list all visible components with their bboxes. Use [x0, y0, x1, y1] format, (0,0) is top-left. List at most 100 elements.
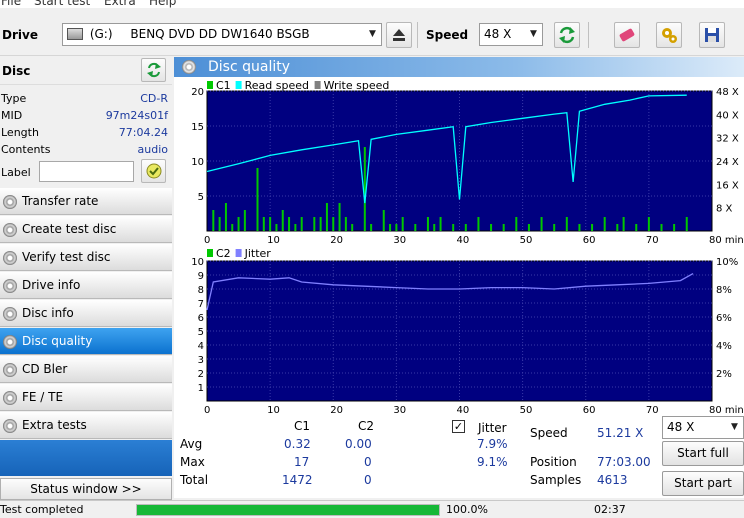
refresh-icon: [146, 62, 161, 78]
disc-label-row: Label: [0, 159, 172, 183]
nav-item-label: Drive info: [22, 278, 81, 292]
erase-button[interactable]: [614, 22, 640, 48]
apply-icon: [146, 163, 161, 179]
test-speed-select[interactable]: 48 X ▼: [662, 416, 744, 439]
legend-label: Read speed: [245, 79, 309, 92]
jitter-checkbox[interactable]: ✓: [452, 420, 465, 433]
speed-stat-value: 51.21 X: [597, 426, 644, 440]
nav-item-label: Disc quality: [22, 334, 93, 348]
charts: C1 Read speed Write speed0 10 20 30 40 50 60 70 80…: [191, 79, 744, 416]
gear-icon: [662, 28, 677, 43]
save-button[interactable]: [699, 22, 725, 48]
test-speed-value: 48 X: [667, 420, 695, 434]
nav-item-transfer-rate[interactable]: Transfer rate: [0, 188, 172, 215]
stats-jitter-header: Jitter: [478, 421, 507, 435]
x-tick-label: 20: [330, 235, 343, 246]
chevron-down-icon: ▼: [530, 29, 537, 39]
x-tick-label: 50: [520, 235, 533, 246]
x-tick-label: 20: [330, 405, 343, 416]
y-tick-label: 20: [191, 87, 204, 98]
disc-icon: [3, 391, 17, 405]
drive-icon: [67, 28, 83, 40]
y-tick-label: 1: [198, 383, 204, 394]
menu-help[interactable]: Help: [149, 0, 176, 8]
disc-icon: [3, 195, 17, 209]
y-tick-label: 9: [198, 271, 204, 282]
drive-select[interactable]: (G:) BENQ DVD DD DW1640 BSGB ▼: [62, 23, 382, 46]
disc-icon: [3, 223, 17, 237]
y2-tick-label: 10%: [716, 257, 738, 268]
x-tick-label: 10: [267, 405, 280, 416]
refresh-icon: [559, 26, 575, 44]
y-tick-label: 5: [198, 192, 204, 203]
nav-item-label: CD Bler: [22, 362, 68, 376]
x-tick-label: 80 min: [709, 405, 744, 416]
nav-item-label: Disc info: [22, 306, 74, 320]
y-tick-label: 7: [198, 299, 204, 310]
refresh-button[interactable]: [554, 22, 580, 48]
stats-max-jitter: 9.1%: [477, 455, 508, 469]
y-tick-label: 15: [191, 122, 204, 133]
nav-item-cd-bler[interactable]: CD Bler: [0, 356, 172, 383]
nav-item-create-test-disc[interactable]: Create test disc: [0, 216, 172, 243]
start-full-button[interactable]: Start full: [662, 441, 744, 466]
legend-swatch: [235, 249, 242, 257]
disc-icon: [3, 335, 17, 349]
eject-button[interactable]: [386, 22, 412, 48]
legend-swatch: [235, 81, 242, 89]
stats-avg-jitter: 7.9%: [477, 437, 508, 451]
nav-item-disc-info[interactable]: Disc info: [0, 300, 172, 327]
label-key: Label: [1, 166, 31, 179]
y2-tick-label: 8%: [716, 285, 732, 296]
stats-max-c1: 17: [294, 455, 310, 469]
disc-label-input[interactable]: [39, 161, 134, 182]
disc-mid-row: MID 97m24s01f: [1, 109, 168, 122]
y2-tick-label: 16 X: [716, 180, 739, 191]
menu-file[interactable]: File: [1, 0, 21, 8]
x-tick-label: 60: [583, 235, 596, 246]
speed-select[interactable]: 48 X ▼: [479, 23, 543, 46]
nav-item-fe-te[interactable]: FE / TE: [0, 384, 172, 411]
menu-extra[interactable]: Extra: [104, 0, 136, 8]
menu-start-test[interactable]: Start test: [34, 0, 90, 8]
disc-title: Disc: [2, 64, 31, 78]
legend-swatch: [207, 249, 213, 257]
nav-item-label: Transfer rate: [22, 194, 99, 208]
x-tick-label: 80 min: [709, 235, 744, 246]
x-tick-label: 50: [520, 405, 533, 416]
stats-total-label: Total: [180, 473, 209, 487]
x-tick-label: 40: [457, 235, 470, 246]
nav-item-disc-quality[interactable]: Disc quality: [0, 328, 172, 355]
options-button[interactable]: [656, 22, 682, 48]
disc-icon: [182, 60, 196, 74]
x-tick-label: 30: [393, 235, 406, 246]
nav-item-drive-info[interactable]: Drive info: [0, 272, 172, 299]
drive-letter: (G:): [89, 27, 113, 41]
disc-icon: [3, 251, 17, 265]
nav-item-label: Extra tests: [22, 418, 87, 432]
stats-c1-header: C1: [294, 419, 311, 433]
nav-item-extra-tests[interactable]: Extra tests: [0, 412, 172, 439]
legend-label: C2: [216, 247, 231, 260]
y-tick-label: 8: [198, 285, 204, 296]
legend-swatch: [314, 81, 321, 89]
y2-tick-label: 40 X: [716, 110, 739, 121]
chevron-down-icon: ▼: [369, 29, 376, 39]
progress-label: 100.0%: [446, 503, 488, 516]
eject-icon: [393, 29, 405, 41]
y-tick-label: 2: [198, 369, 204, 380]
nav-item-verify-test-disc[interactable]: Verify test disc: [0, 244, 172, 271]
disc-refresh-button[interactable]: [141, 58, 166, 82]
status-window-button[interactable]: Status window >>: [0, 478, 172, 500]
y2-tick-label: 2%: [716, 369, 732, 380]
start-part-button[interactable]: Start part: [662, 471, 744, 496]
panel-header: Disc quality: [174, 57, 744, 77]
position-value: 77:03.00: [597, 455, 651, 469]
speed-stat-label: Speed: [530, 426, 568, 440]
x-tick-label: 30: [393, 405, 406, 416]
speed-value: 48 X: [484, 27, 512, 41]
x-tick-label: 40: [457, 405, 470, 416]
label-apply-button[interactable]: [141, 159, 166, 183]
y-tick-label: 3: [198, 355, 204, 366]
x-tick-label: 70: [646, 235, 659, 246]
